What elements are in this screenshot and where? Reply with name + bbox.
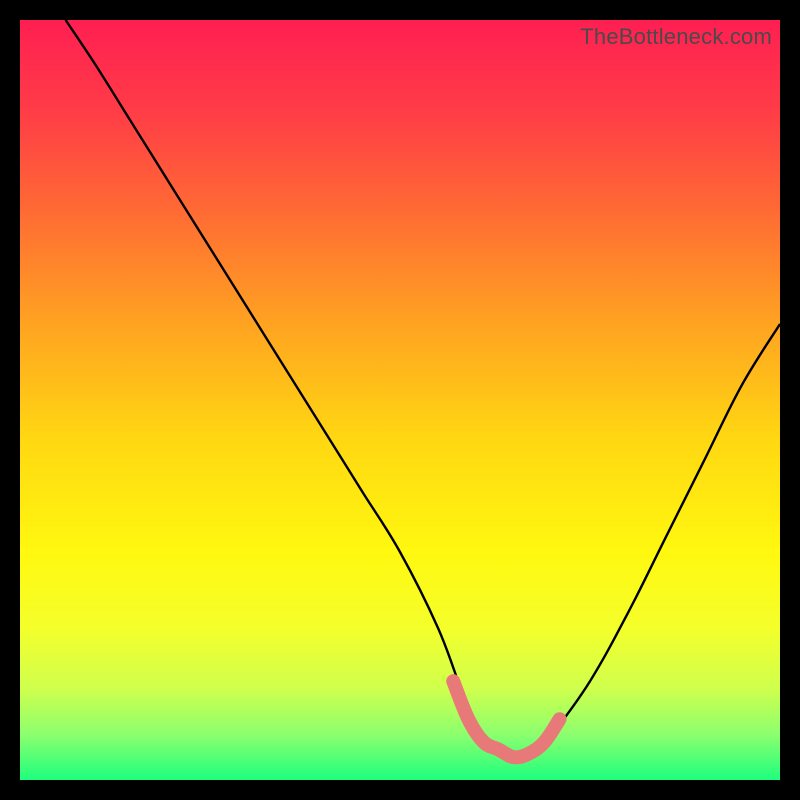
watermark-text: TheBottleneck.com bbox=[580, 24, 772, 50]
chart-background bbox=[20, 20, 780, 780]
chart-frame: TheBottleneck.com bbox=[20, 20, 780, 780]
chart-plot bbox=[20, 20, 780, 780]
chart-svg bbox=[20, 20, 780, 780]
